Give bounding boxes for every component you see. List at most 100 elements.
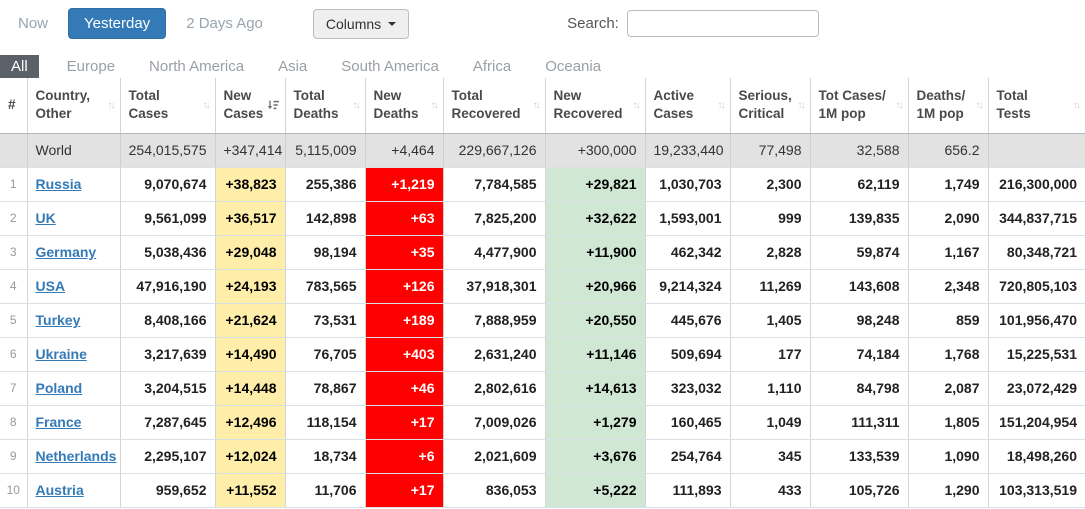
- table-header: # Country, Other ↑↓ Total Cases ↑↓ New Cases T…: [0, 78, 1085, 134]
- column-header-new-cases[interactable]: New Cases: [214, 78, 285, 134]
- cell-total-tests: 80,348,721: [987, 235, 1085, 270]
- cell-new-cases: +347,414: [214, 133, 285, 168]
- cell-country: UK: [26, 201, 120, 236]
- cell-new-recovered: +14,613: [544, 371, 645, 406]
- cell-total-cases: 8,408,166: [119, 303, 215, 338]
- cell-serious-critical: 77,498: [729, 133, 810, 168]
- sort-icon: ↑↓: [532, 99, 541, 111]
- tab-oceania[interactable]: Oceania: [539, 55, 607, 78]
- tab-asia[interactable]: Asia: [272, 55, 313, 78]
- cell-new-recovered: +20,966: [544, 269, 645, 304]
- cell-country: Russia: [26, 167, 120, 202]
- cell-num: 1: [0, 167, 27, 202]
- columns-dropdown-button[interactable]: Columns: [312, 8, 410, 39]
- cell-deaths-per-1m: 1,768: [907, 337, 988, 372]
- caret-down-icon: [388, 21, 397, 30]
- column-header-total-cases[interactable]: Total Cases ↑↓: [119, 78, 215, 134]
- tab-europe[interactable]: Europe: [61, 55, 121, 78]
- country-link[interactable]: UK: [36, 210, 56, 226]
- column-header-label: Active Cases: [653, 88, 695, 122]
- table-row: 1 Russia 9,070,674 +38,823 255,386 +1,219 7,78…: [0, 167, 1085, 202]
- date-button-now[interactable]: Now: [8, 9, 58, 38]
- covid-stats-table: # Country, Other ↑↓ Total Cases ↑↓ New Cases T…: [0, 78, 1085, 508]
- country-link[interactable]: Russia: [36, 176, 82, 192]
- table-row: 6 Ukraine 3,217,639 +14,490 76,705 +403 2,631,…: [0, 337, 1085, 372]
- cell-total-cases: 9,561,099: [119, 201, 215, 236]
- cell-deaths-per-1m: 1,090: [907, 439, 988, 474]
- date-button-yesterday[interactable]: Yesterday: [68, 8, 167, 39]
- country-link[interactable]: Germany: [36, 244, 97, 260]
- cell-total-deaths: 98,194: [284, 235, 365, 270]
- column-header-country[interactable]: Country, Other ↑↓: [26, 78, 120, 134]
- country-link[interactable]: France: [36, 414, 82, 430]
- region-tabs: All Europe North America Asia South America A…: [0, 55, 1085, 78]
- cell-serious-critical: 11,269: [729, 269, 810, 304]
- column-header-total-recovered[interactable]: Total Recovered ↑↓: [442, 78, 545, 134]
- sort-icon: ↑↓: [717, 99, 726, 111]
- column-header-label: Country, Other: [35, 88, 91, 122]
- cell-new-recovered: +20,550: [544, 303, 645, 338]
- columns-button-label: Columns: [325, 15, 382, 32]
- cell-active-cases: 323,032: [644, 371, 730, 406]
- cell-country: Poland: [26, 371, 120, 406]
- tab-all[interactable]: All: [0, 55, 39, 78]
- cell-new-cases: +12,496: [214, 405, 285, 440]
- cell-serious-critical: 999: [729, 201, 810, 236]
- cell-total-cases: 9,070,674: [119, 167, 215, 202]
- column-header-label: #: [8, 97, 16, 113]
- column-header-new-deaths[interactable]: New Deaths ↑↓: [364, 78, 443, 134]
- header-row: # Country, Other ↑↓ Total Cases ↑↓ New Cases T…: [0, 78, 1085, 134]
- table-row: 10 Austria 959,652 +11,552 11,706 +17 836,053 +…: [0, 473, 1085, 508]
- cell-total-tests: 344,837,715: [987, 201, 1085, 236]
- sort-icon: ↑↓: [202, 99, 211, 111]
- cell-num: [0, 133, 27, 168]
- column-header-serious-critical[interactable]: Serious, Critical ↑↓: [729, 78, 810, 134]
- column-header-label: Total Recovered: [451, 88, 521, 122]
- cell-active-cases: 254,764: [644, 439, 730, 474]
- search-input[interactable]: [626, 10, 819, 37]
- column-header-cases-per-1m[interactable]: Tot Cases/ 1M pop ↑↓: [809, 78, 908, 134]
- column-header-new-recovered[interactable]: New Recovered ↑↓: [544, 78, 645, 134]
- tab-north-america[interactable]: North America: [143, 55, 250, 78]
- cell-total-recovered: 4,477,900: [442, 235, 545, 270]
- cell-deaths-per-1m: 2,090: [907, 201, 988, 236]
- cell-new-deaths: +46: [364, 371, 443, 406]
- cell-active-cases: 111,893: [644, 473, 730, 508]
- column-header-deaths-per-1m[interactable]: Deaths/ 1M pop ↑↓: [907, 78, 988, 134]
- cell-active-cases: 160,465: [644, 405, 730, 440]
- column-header-label: Serious, Critical: [738, 88, 792, 122]
- cell-total-deaths: 142,898: [284, 201, 365, 236]
- country-link[interactable]: Netherlands: [36, 448, 117, 464]
- cell-total-tests: 103,313,519: [987, 473, 1085, 508]
- column-header-total-tests[interactable]: Total Tests ↑↓: [987, 78, 1085, 134]
- cell-total-recovered: 229,667,126: [442, 133, 545, 168]
- world-summary-row: World 254,015,575 +347,414 5,115,009 +4,464 2…: [0, 133, 1085, 168]
- cell-num: 6: [0, 337, 27, 372]
- cell-country: Germany: [26, 235, 120, 270]
- table-row: 9 Netherlands 2,295,107 +12,024 18,734 +6 2,02…: [0, 439, 1085, 474]
- cell-total-recovered: 836,053: [442, 473, 545, 508]
- cell-total-cases: 5,038,436: [119, 235, 215, 270]
- cell-new-recovered: +11,146: [544, 337, 645, 372]
- date-button-2-days-ago[interactable]: 2 Days Ago: [176, 9, 273, 38]
- cell-num: 5: [0, 303, 27, 338]
- cell-total-tests: 23,072,429: [987, 371, 1085, 406]
- column-header-total-deaths[interactable]: Total Deaths ↑↓: [284, 78, 365, 134]
- cell-deaths-per-1m: 2,348: [907, 269, 988, 304]
- sort-icon: ↑↓: [352, 99, 361, 111]
- tab-south-america[interactable]: South America: [335, 55, 445, 78]
- table-row: 7 Poland 3,204,515 +14,448 78,867 +46 2,802,61…: [0, 371, 1085, 406]
- tab-africa[interactable]: Africa: [467, 55, 517, 78]
- column-header-active-cases[interactable]: Active Cases ↑↓: [644, 78, 730, 134]
- country-link[interactable]: Poland: [36, 380, 83, 396]
- cell-serious-critical: 1,049: [729, 405, 810, 440]
- country-link[interactable]: Austria: [36, 482, 84, 498]
- cell-total-cases: 3,217,639: [119, 337, 215, 372]
- country-link[interactable]: Ukraine: [36, 346, 87, 362]
- cell-active-cases: 19,233,440: [644, 133, 730, 168]
- cell-total-deaths: 78,867: [284, 371, 365, 406]
- cell-new-recovered: +1,279: [544, 405, 645, 440]
- country-link[interactable]: USA: [36, 278, 66, 294]
- country-link[interactable]: Turkey: [36, 312, 81, 328]
- cell-new-recovered: +11,900: [544, 235, 645, 270]
